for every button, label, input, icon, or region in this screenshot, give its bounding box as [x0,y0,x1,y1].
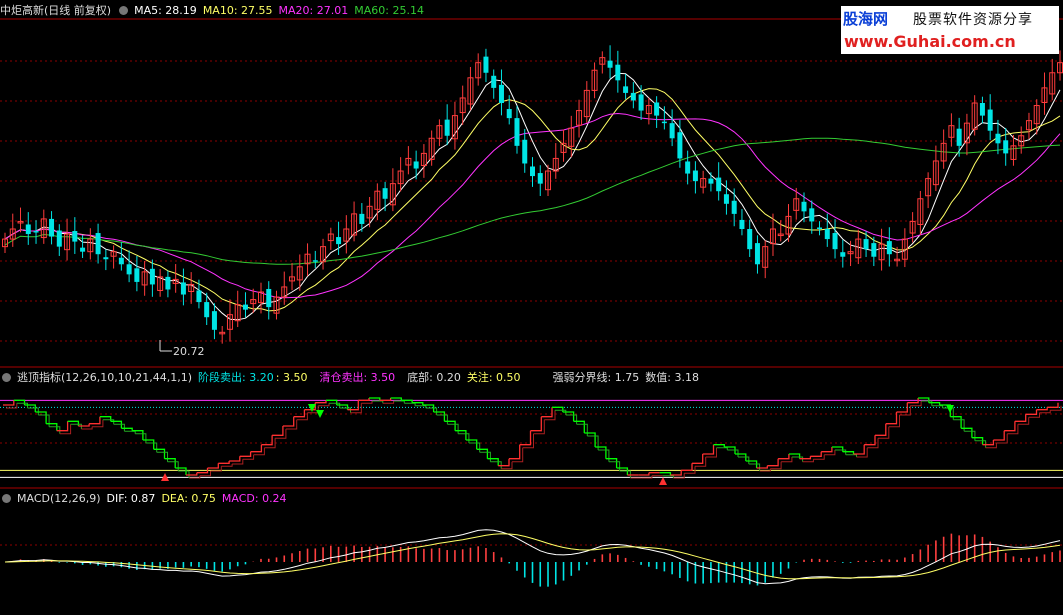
candle-body [522,139,528,164]
candle-body [103,257,109,260]
candle-body [840,252,846,257]
candle-body [1003,140,1009,154]
candle-body [979,103,985,116]
chart-title: 中炬高新(日线 前复权) [0,4,112,17]
candle-body [615,64,621,81]
candle-body [723,194,729,204]
watermark-slogan: 股票软件资源分享 [913,12,1033,28]
watermark-brand: 股海网 [843,10,889,28]
ma5-value: MA5: 28.19 [134,4,197,17]
indicator-settings-dot-icon[interactable] [2,373,11,382]
candle-body [491,75,497,88]
indicator-value: 数值: 3.18 [645,371,699,384]
candle-body [211,311,217,330]
candle-body [95,233,101,255]
candle-body [661,121,667,124]
clear-sell-value: 清仓卖出: 3.50 [319,371,396,384]
divide-value: 强弱分界线: 1.75 [552,371,640,384]
candle-body [312,260,318,262]
candle-body [832,233,838,250]
candle-body [126,264,132,275]
low-price-label: 20.72 [173,345,205,358]
candle-body [871,243,877,257]
settings-dot-icon[interactable] [119,6,129,15]
watermark-url: www.Guhai.com.cn [844,32,1016,51]
candle-body [149,268,155,285]
macd-value: MACD: 0.24 [221,492,287,505]
candle-body [809,208,815,222]
macd-settings-dot-icon[interactable] [2,494,11,503]
stock-chart-canvas[interactable]: 20.72 [0,0,1063,615]
dea-value: DEA: 0.75 [161,492,216,505]
candle-body [336,237,342,245]
macd-title: MACD(12,26,9) [17,492,101,505]
price-panel-header: 中炬高新(日线 前复权) MA5: 28.19 MA10: 27.55 MA20: 2… [0,2,430,20]
candle-body [134,268,140,282]
candle-body [180,282,186,295]
candle-body [118,257,124,265]
guhai-watermark: 股海网 股票软件资源分享 www.Guhai.com.cn [841,6,1059,54]
candle-body [716,177,722,192]
candle-body [56,230,62,247]
watch-value: 关注: 0.50 [466,371,521,384]
macd-panel-header: MACD(12,26,9) DIF: 0.87 DEA: 0.75 MACD: 0.2… [0,490,293,508]
candle-body [708,178,714,184]
candle-body [654,102,660,116]
candle-body [483,56,489,73]
candle-body [669,123,675,139]
dif-value: DIF: 0.87 [106,492,156,505]
bottom-value: 底部: 0.20 [407,371,461,384]
candle-body [630,92,636,101]
candle-body [731,200,737,214]
candle-body [242,304,248,310]
candle-body [638,94,644,111]
candle-body [739,219,745,229]
candle-body [72,231,78,242]
candle-body [382,188,388,199]
candle-body [204,302,210,318]
ma60-value: MA60: 25.14 [354,4,424,17]
candle-body [514,118,520,146]
candle-body [677,132,683,159]
candle-body [196,290,202,303]
candle-body [266,288,272,308]
candle-body [956,128,962,146]
candle-body [995,133,1001,144]
candle-body [692,170,698,182]
candle-body [25,224,31,235]
candle-body [801,201,807,212]
stage-sell-value: 阶段卖出: 3.20 [198,371,274,384]
candle-body [537,173,543,184]
indicator-title: 逃顶指标(12,26,10,10,21,44,1,1) [17,371,193,384]
candle-body [685,161,691,174]
ma20-value: MA20: 27.01 [278,4,349,17]
candle-body [817,227,823,229]
candle-body [359,213,365,224]
candle-body [623,86,629,93]
stage-sell-value-2: : 3.50 [275,371,308,384]
candle-body [987,109,993,131]
candle-body [498,84,504,103]
candle-body [413,161,419,169]
candle-body [754,243,760,265]
candle-body [863,239,869,250]
candle-body [33,231,39,233]
candle-body [444,119,450,136]
candle-body [80,247,86,252]
ma10-value: MA10: 27.55 [202,4,273,17]
candle-body [607,60,613,68]
indicator-panel-header: 逃顶指标(12,26,10,10,21,44,1,1) 阶段卖出: 3.20: 3… [0,369,705,387]
candle-body [886,241,892,255]
candle-body [165,276,171,290]
candle-body [747,229,753,250]
candle-body [49,218,55,237]
candle-body [530,166,535,177]
candle-body [824,229,830,240]
candle-body [506,109,512,119]
